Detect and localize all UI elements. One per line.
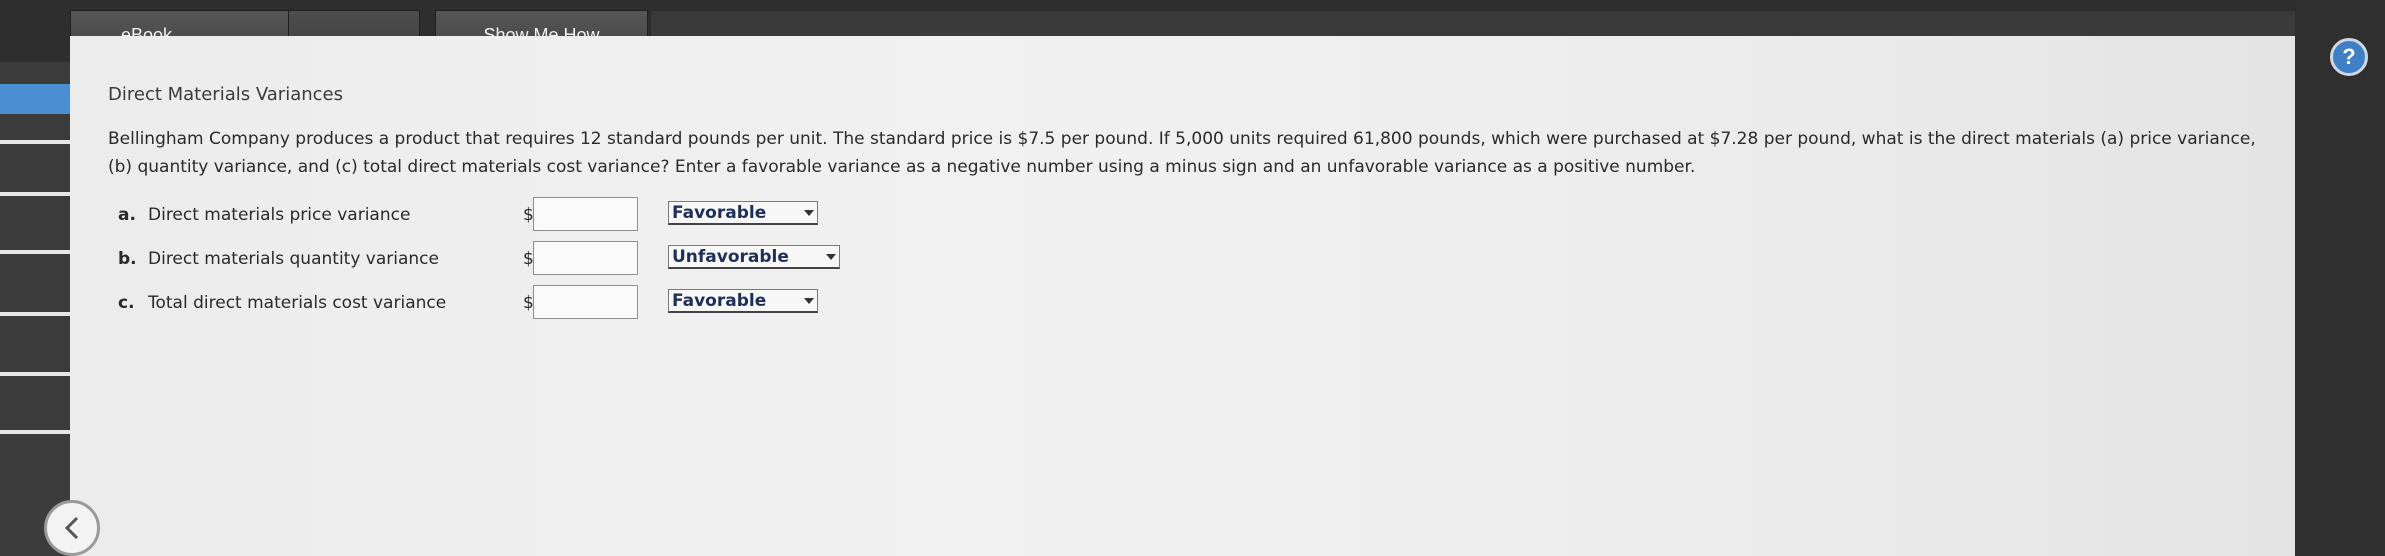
dropdown-arrow-icon [826,254,836,260]
row-label: Direct materials quantity variance [148,249,439,269]
nav-divider [0,312,70,316]
total-variance-select[interactable]: Favorable [668,289,818,313]
back-button[interactable] [44,500,100,556]
question-panel: Direct Materials Variances Bellingham Co… [108,84,2288,329]
row-label: Total direct materials cost variance [148,293,447,313]
select-value: Favorable [672,291,767,311]
quantity-variance-select[interactable]: Unfavorable [668,245,840,269]
select-value: Unfavorable [672,247,789,267]
answer-row-quantity-variance: b. Direct materials quantity variance $ … [108,241,2288,285]
nav-item-active[interactable] [0,84,70,114]
nav-divider [0,140,70,144]
nav-divider [0,250,70,254]
row-letter: c. [118,293,135,313]
select-value: Favorable [672,203,767,223]
nav-divider [0,372,70,376]
question-text: Bellingham Company produces a product th… [108,129,2256,177]
main-content-area: Direct Materials Variances Bellingham Co… [70,36,2295,556]
quantity-variance-input[interactable] [533,241,638,275]
nav-divider [0,192,70,196]
total-variance-input[interactable] [533,285,638,319]
left-navigation-panel [0,62,70,556]
row-letter: a. [118,205,136,225]
price-variance-select[interactable]: Favorable [668,201,818,225]
answer-row-total-variance: c. Total direct materials cost variance … [108,285,2288,329]
section-title: Direct Materials Variances [108,84,343,105]
price-variance-input[interactable] [533,197,638,231]
row-label: Direct materials price variance [148,205,411,225]
right-side-bar [2295,0,2385,556]
dropdown-arrow-icon [804,298,814,304]
chevron-left-icon [64,516,79,540]
row-letter: b. [118,249,137,269]
nav-divider [0,430,70,434]
help-icon[interactable]: ? [2330,38,2368,76]
dropdown-arrow-icon [804,210,814,216]
answer-row-price-variance: a. Direct materials price variance $ Fav… [108,197,2288,241]
